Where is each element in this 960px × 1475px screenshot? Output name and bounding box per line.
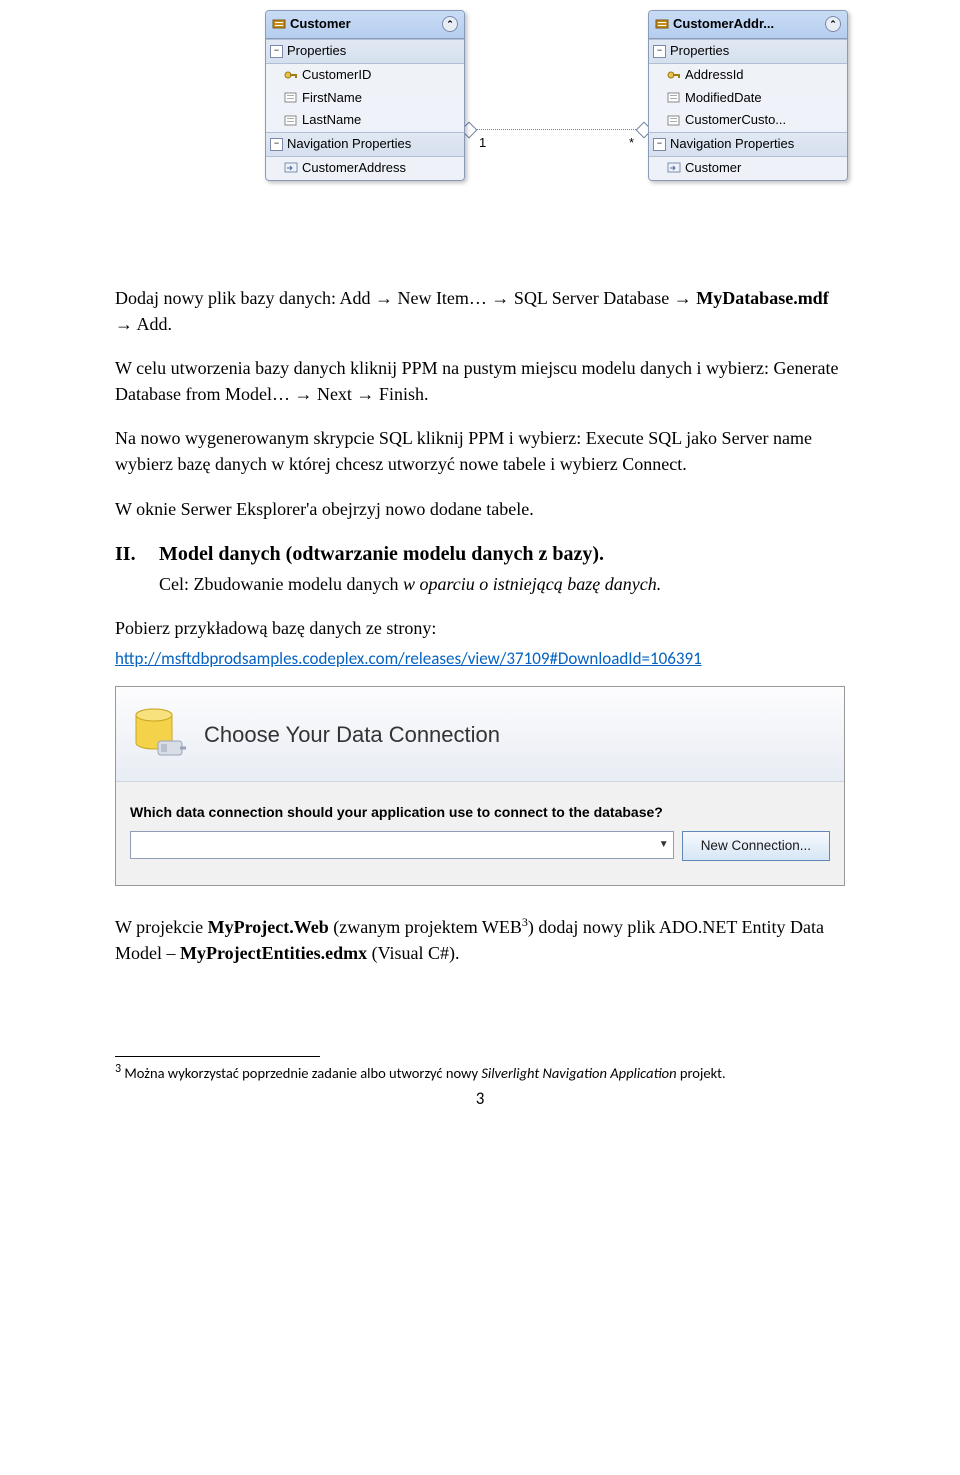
entity-customer-address[interactable]: CustomerAddr... ⌃ − Properties AddressId… xyxy=(648,10,848,181)
properties-section[interactable]: − Properties xyxy=(266,39,464,64)
wizard-banner: Choose Your Data Connection xyxy=(116,687,844,782)
paragraph: W celu utworzenia bazy danych kliknij PP… xyxy=(115,355,845,407)
property-name: CustomerCusto... xyxy=(685,111,786,130)
property-icon xyxy=(284,115,298,127)
toggle-minus-icon[interactable]: − xyxy=(653,45,666,58)
relation-line: 1 * xyxy=(465,120,648,140)
entity-customer[interactable]: Customer ⌃ − Properties CustomerID First… xyxy=(265,10,465,181)
connection-dropdown[interactable]: ▼ xyxy=(130,831,674,859)
key-icon xyxy=(284,69,298,81)
nav-property-row[interactable]: CustomerAddress xyxy=(266,157,464,180)
collapse-icon[interactable]: ⌃ xyxy=(825,16,841,32)
paragraph: W projekcie MyProject.Web (zwanym projek… xyxy=(115,914,845,966)
property-icon xyxy=(284,92,298,104)
entity-icon xyxy=(655,17,669,31)
property-name: LastName xyxy=(302,111,361,130)
footnote-rule xyxy=(115,1056,320,1057)
paragraph: W oknie Serwer Eksplorer'a obejrzyj nowo… xyxy=(115,496,845,522)
paragraph: Dodaj nowy plik bazy danych: Add → New I… xyxy=(115,285,845,337)
property-icon xyxy=(667,115,681,127)
property-row[interactable]: FirstName xyxy=(266,87,464,110)
nav-property-name: CustomerAddress xyxy=(302,159,406,178)
section-label: Navigation Properties xyxy=(670,135,794,154)
entity-title: Customer xyxy=(290,15,438,34)
property-row[interactable]: ModifiedDate xyxy=(649,87,847,110)
nav-icon xyxy=(284,162,298,174)
nav-section[interactable]: − Navigation Properties xyxy=(649,132,847,157)
toggle-minus-icon[interactable]: − xyxy=(270,138,283,151)
collapse-icon[interactable]: ⌃ xyxy=(442,16,458,32)
property-icon xyxy=(667,92,681,104)
toggle-minus-icon[interactable]: − xyxy=(653,138,666,151)
section-heading: II. Model danych (odtwarzanie modelu dan… xyxy=(115,540,845,569)
nav-icon xyxy=(667,162,681,174)
properties-section[interactable]: − Properties xyxy=(649,39,847,64)
property-name: ModifiedDate xyxy=(685,89,762,108)
entity-title: CustomerAddr... xyxy=(673,15,821,34)
property-name: AddressId xyxy=(685,66,744,85)
chevron-down-icon: ▼ xyxy=(659,838,669,853)
nav-property-name: Customer xyxy=(685,159,741,178)
property-row[interactable]: CustomerID xyxy=(266,64,464,87)
toggle-minus-icon[interactable]: − xyxy=(270,45,283,58)
cardinality-left: 1 xyxy=(479,134,486,153)
section-label: Properties xyxy=(287,42,346,61)
property-row[interactable]: AddressId xyxy=(649,64,847,87)
wizard-dialog: Choose Your Data Connection Which data c… xyxy=(115,686,845,885)
paragraph: Na nowo wygenerowanym skrypcie SQL klikn… xyxy=(115,425,845,477)
key-icon xyxy=(667,69,681,81)
new-connection-button[interactable]: New Connection... xyxy=(682,831,830,861)
paragraph: Pobierz przykładową bazę danych ze stron… xyxy=(115,615,845,641)
entity-header[interactable]: Customer ⌃ xyxy=(266,11,464,39)
entity-icon xyxy=(272,17,286,31)
section-label: Navigation Properties xyxy=(287,135,411,154)
database-plug-icon xyxy=(130,705,188,763)
property-row[interactable]: CustomerCusto... xyxy=(649,109,847,132)
wizard-question: Which data connection should your applic… xyxy=(130,802,830,822)
property-name: CustomerID xyxy=(302,66,371,85)
section-subtitle: Cel: Zbudowanie modelu danych w oparciu … xyxy=(159,571,845,597)
cardinality-right: * xyxy=(629,134,634,153)
section-label: Properties xyxy=(670,42,729,61)
footnote: 3 Można wykorzystać poprzednie zadanie a… xyxy=(115,1061,845,1084)
property-row[interactable]: LastName xyxy=(266,109,464,132)
page-number: 3 xyxy=(115,1087,845,1112)
nav-section[interactable]: − Navigation Properties xyxy=(266,132,464,157)
entity-header[interactable]: CustomerAddr... ⌃ xyxy=(649,11,847,39)
er-diagram: 1 * Customer ⌃ − Properties CustomerID xyxy=(265,10,845,255)
nav-property-row[interactable]: Customer xyxy=(649,157,847,180)
download-link[interactable]: http://msftdbprodsamples.codeplex.com/re… xyxy=(115,648,702,669)
property-name: FirstName xyxy=(302,89,362,108)
wizard-title: Choose Your Data Connection xyxy=(204,719,500,751)
